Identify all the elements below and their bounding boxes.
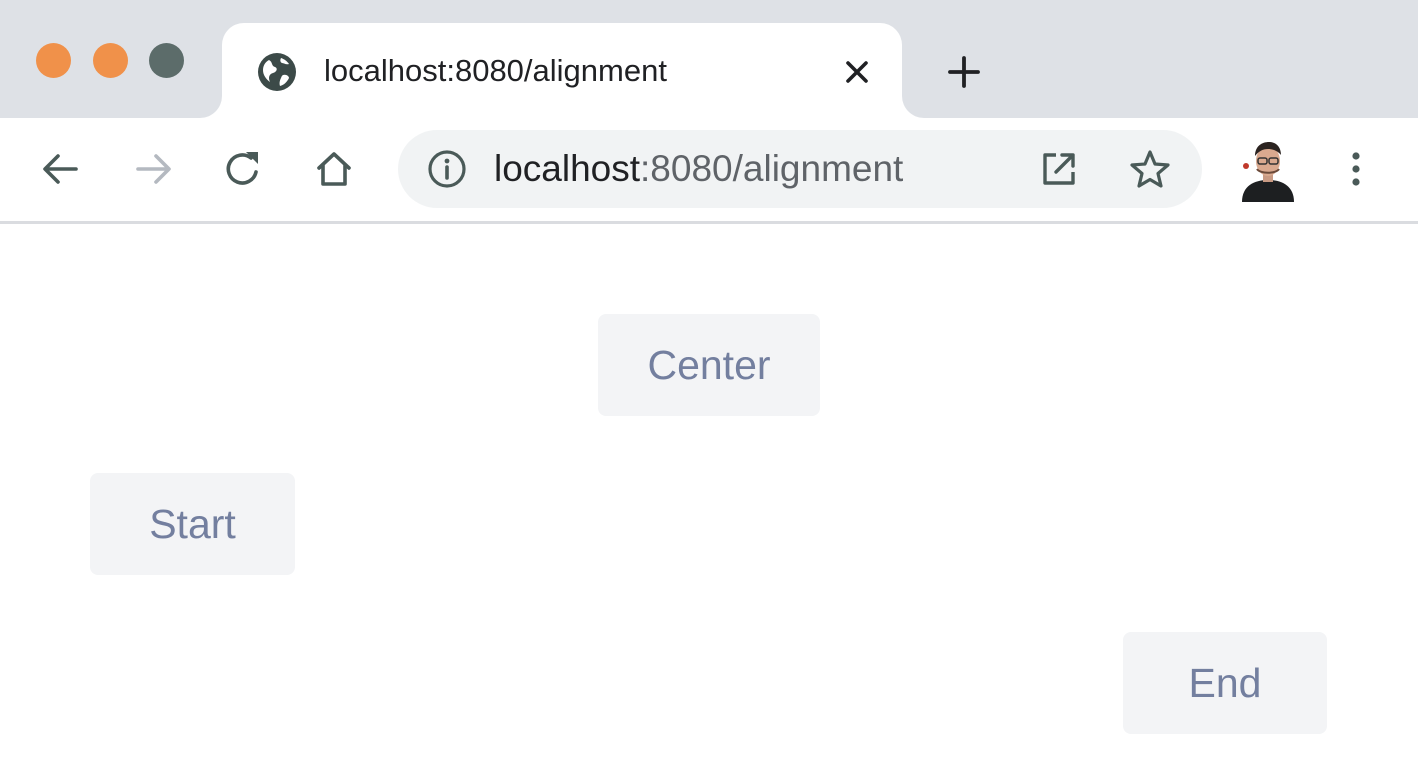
window-close-button[interactable] <box>36 43 71 78</box>
tab-title: localhost:8080/alignment <box>324 53 667 88</box>
info-icon[interactable] <box>426 148 468 190</box>
close-icon[interactable] <box>836 51 878 93</box>
tab-active[interactable]: localhost:8080/alignment <box>222 23 902 118</box>
star-icon[interactable] <box>1128 147 1172 191</box>
open-in-new-icon[interactable] <box>1038 148 1080 190</box>
end-button[interactable]: End <box>1123 632 1327 734</box>
plus-icon[interactable] <box>941 49 987 95</box>
arrow-left-icon[interactable] <box>38 146 84 192</box>
start-button[interactable]: Start <box>90 473 295 575</box>
page-content: Center Start End <box>0 224 1418 768</box>
globe-icon <box>256 51 298 93</box>
profile-avatar[interactable] <box>1238 136 1298 202</box>
more-vertical-icon[interactable] <box>1336 146 1376 192</box>
home-icon[interactable] <box>311 146 357 192</box>
address-url[interactable]: localhost:8080/alignment <box>494 147 903 191</box>
address-host: localhost <box>494 148 641 189</box>
center-button[interactable]: Center <box>598 314 820 416</box>
reload-icon[interactable] <box>220 146 266 192</box>
tab-strip: localhost:8080/alignment <box>0 0 1418 118</box>
browser-window: localhost:8080/alignment localhost:8080/… <box>0 0 1418 768</box>
address-path: :8080/alignment <box>640 148 904 189</box>
browser-toolbar: localhost:8080/alignment <box>0 118 1418 224</box>
window-zoom-button[interactable] <box>149 43 184 78</box>
window-minimize-button[interactable] <box>93 43 128 78</box>
address-bar[interactable]: localhost:8080/alignment <box>398 130 1202 208</box>
arrow-right-icon[interactable] <box>130 146 176 192</box>
